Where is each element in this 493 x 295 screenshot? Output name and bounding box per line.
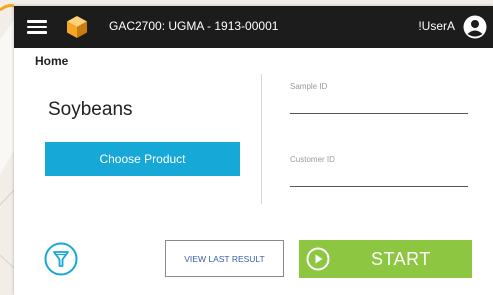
hamburger-menu-icon[interactable] [27, 20, 47, 34]
start-button[interactable]: START [299, 240, 472, 278]
user-circle-icon[interactable] [463, 15, 487, 39]
product-name: Soybeans [48, 99, 133, 120]
customer-id-field: Customer ID [290, 155, 468, 187]
sample-id-label: Sample ID [290, 82, 328, 91]
sample-id-field: Sample ID [290, 82, 468, 114]
start-label: START [371, 249, 431, 269]
customer-id-input[interactable] [290, 164, 468, 187]
device-title: GAC2700: UGMA - 1913-00001 [109, 19, 279, 33]
cube-logo-icon [67, 16, 87, 38]
choose-product-button[interactable]: Choose Product [45, 142, 240, 176]
breadcrumb: Home [35, 54, 69, 68]
view-last-result-button[interactable]: VIEW LAST RESULT [165, 240, 284, 277]
app-window: GAC2700: UGMA - 1913-00001 !UserA Home S… [14, 6, 493, 295]
vertical-divider [261, 74, 262, 204]
customer-id-label: Customer ID [290, 155, 335, 164]
filter-button[interactable] [44, 242, 78, 276]
play-circle-icon [306, 247, 330, 271]
funnel-filter-icon [44, 242, 78, 276]
username-label[interactable]: !UserA [418, 19, 455, 33]
top-app-bar: GAC2700: UGMA - 1913-00001 !UserA [14, 6, 493, 48]
sample-id-input[interactable] [290, 91, 468, 114]
